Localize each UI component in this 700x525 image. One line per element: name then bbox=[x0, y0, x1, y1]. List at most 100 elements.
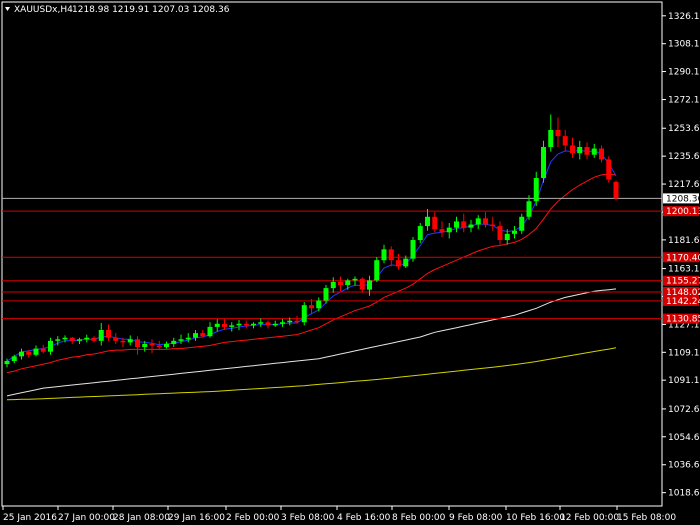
candle[interactable] bbox=[236, 319, 242, 330]
candle[interactable] bbox=[207, 322, 213, 338]
candle[interactable] bbox=[33, 345, 39, 357]
candle-body bbox=[200, 333, 206, 337]
candle[interactable] bbox=[149, 339, 155, 354]
candle-body bbox=[468, 224, 474, 228]
candle-body bbox=[185, 337, 191, 340]
candle[interactable] bbox=[461, 213, 467, 233]
candle[interactable] bbox=[214, 319, 220, 332]
candle-body bbox=[98, 329, 104, 341]
candle[interactable] bbox=[533, 171, 539, 206]
candle[interactable] bbox=[98, 323, 104, 346]
candle[interactable] bbox=[599, 145, 604, 163]
candle[interactable] bbox=[425, 209, 430, 231]
candle[interactable] bbox=[497, 221, 503, 245]
candle[interactable] bbox=[541, 140, 546, 183]
price-chart[interactable]: 1326.10 1308.10 1290.15 1272.10 1253.60 1235.… bbox=[0, 0, 700, 525]
candle[interactable] bbox=[483, 212, 488, 228]
candle[interactable] bbox=[48, 337, 53, 355]
candle[interactable] bbox=[417, 222, 423, 244]
current-price-label: 1208.36 bbox=[666, 194, 700, 204]
candle[interactable] bbox=[367, 275, 372, 296]
candle-body bbox=[396, 260, 401, 267]
candle[interactable] bbox=[113, 333, 119, 344]
candle[interactable] bbox=[512, 226, 517, 239]
candle-body bbox=[193, 333, 198, 338]
candle[interactable] bbox=[338, 276, 343, 292]
candle[interactable] bbox=[258, 318, 264, 327]
candle[interactable] bbox=[251, 322, 256, 329]
candle-body bbox=[229, 325, 235, 327]
candle[interactable] bbox=[388, 246, 394, 267]
candle[interactable] bbox=[272, 320, 278, 327]
candle[interactable] bbox=[106, 324, 111, 341]
candles bbox=[4, 114, 619, 368]
candle[interactable] bbox=[490, 216, 496, 231]
candle-body bbox=[541, 146, 546, 179]
candle[interactable] bbox=[555, 117, 561, 147]
y-tick-label: 1217.60 bbox=[668, 180, 700, 190]
candle[interactable] bbox=[577, 140, 583, 160]
candle[interactable] bbox=[91, 336, 97, 343]
plot-frame bbox=[1, 1, 663, 507]
candle[interactable] bbox=[613, 180, 619, 201]
candle[interactable] bbox=[171, 337, 177, 348]
candle[interactable] bbox=[345, 278, 351, 290]
candle[interactable] bbox=[229, 322, 235, 332]
candle[interactable] bbox=[446, 222, 452, 239]
candle[interactable] bbox=[316, 297, 322, 312]
candle[interactable] bbox=[40, 344, 46, 354]
y-tick-label: 1308.10 bbox=[668, 40, 700, 50]
candle[interactable] bbox=[193, 329, 198, 341]
candle[interactable] bbox=[222, 319, 227, 330]
candle[interactable] bbox=[381, 244, 387, 264]
candle-body bbox=[40, 348, 46, 352]
candle[interactable] bbox=[19, 348, 24, 360]
candle-body bbox=[84, 337, 90, 340]
candle[interactable] bbox=[185, 333, 191, 343]
ohlc-readout: 1218.98 1219.91 1207.03 1208.36 bbox=[72, 5, 230, 15]
candle[interactable] bbox=[164, 341, 169, 349]
candle[interactable] bbox=[570, 137, 575, 158]
candle[interactable] bbox=[439, 221, 445, 237]
sma-very-slow-line bbox=[6, 347, 617, 401]
candle[interactable] bbox=[11, 354, 17, 364]
candle[interactable] bbox=[330, 277, 336, 293]
candle[interactable] bbox=[432, 212, 438, 233]
candle-body bbox=[512, 230, 517, 234]
candle[interactable] bbox=[548, 114, 554, 152]
candle[interactable] bbox=[410, 236, 416, 262]
candle-body bbox=[475, 218, 481, 225]
candle[interactable] bbox=[84, 334, 90, 343]
candle[interactable] bbox=[69, 336, 75, 344]
candle[interactable] bbox=[156, 340, 162, 351]
candle[interactable] bbox=[127, 335, 133, 346]
x-tick-label: 27 Jan 00:00 bbox=[58, 513, 115, 523]
level-label: 1170.40 bbox=[666, 253, 700, 263]
candle[interactable] bbox=[475, 215, 481, 230]
candle[interactable] bbox=[359, 277, 365, 293]
candle[interactable] bbox=[519, 213, 525, 234]
candle[interactable] bbox=[135, 336, 140, 355]
candle-body bbox=[222, 323, 227, 327]
candle[interactable] bbox=[374, 257, 380, 282]
y-tick-label: 1235.60 bbox=[668, 152, 700, 162]
y-tick-label: 1181.60 bbox=[668, 236, 700, 246]
candle[interactable] bbox=[301, 302, 307, 326]
candle-body bbox=[504, 233, 510, 241]
candle[interactable] bbox=[584, 142, 590, 160]
candle[interactable] bbox=[396, 254, 401, 270]
candle[interactable] bbox=[454, 216, 459, 233]
candle[interactable] bbox=[243, 320, 249, 329]
candle[interactable] bbox=[468, 219, 474, 233]
candle[interactable] bbox=[280, 319, 285, 327]
candle[interactable] bbox=[591, 143, 597, 158]
candle[interactable] bbox=[178, 334, 184, 344]
candle-body bbox=[316, 300, 322, 309]
candle[interactable] bbox=[606, 156, 612, 183]
candle-body bbox=[149, 343, 155, 346]
candle-body bbox=[591, 148, 597, 155]
candle[interactable] bbox=[265, 320, 271, 329]
candle-body bbox=[526, 201, 532, 217]
candle[interactable] bbox=[77, 337, 82, 344]
candle[interactable] bbox=[562, 129, 568, 152]
